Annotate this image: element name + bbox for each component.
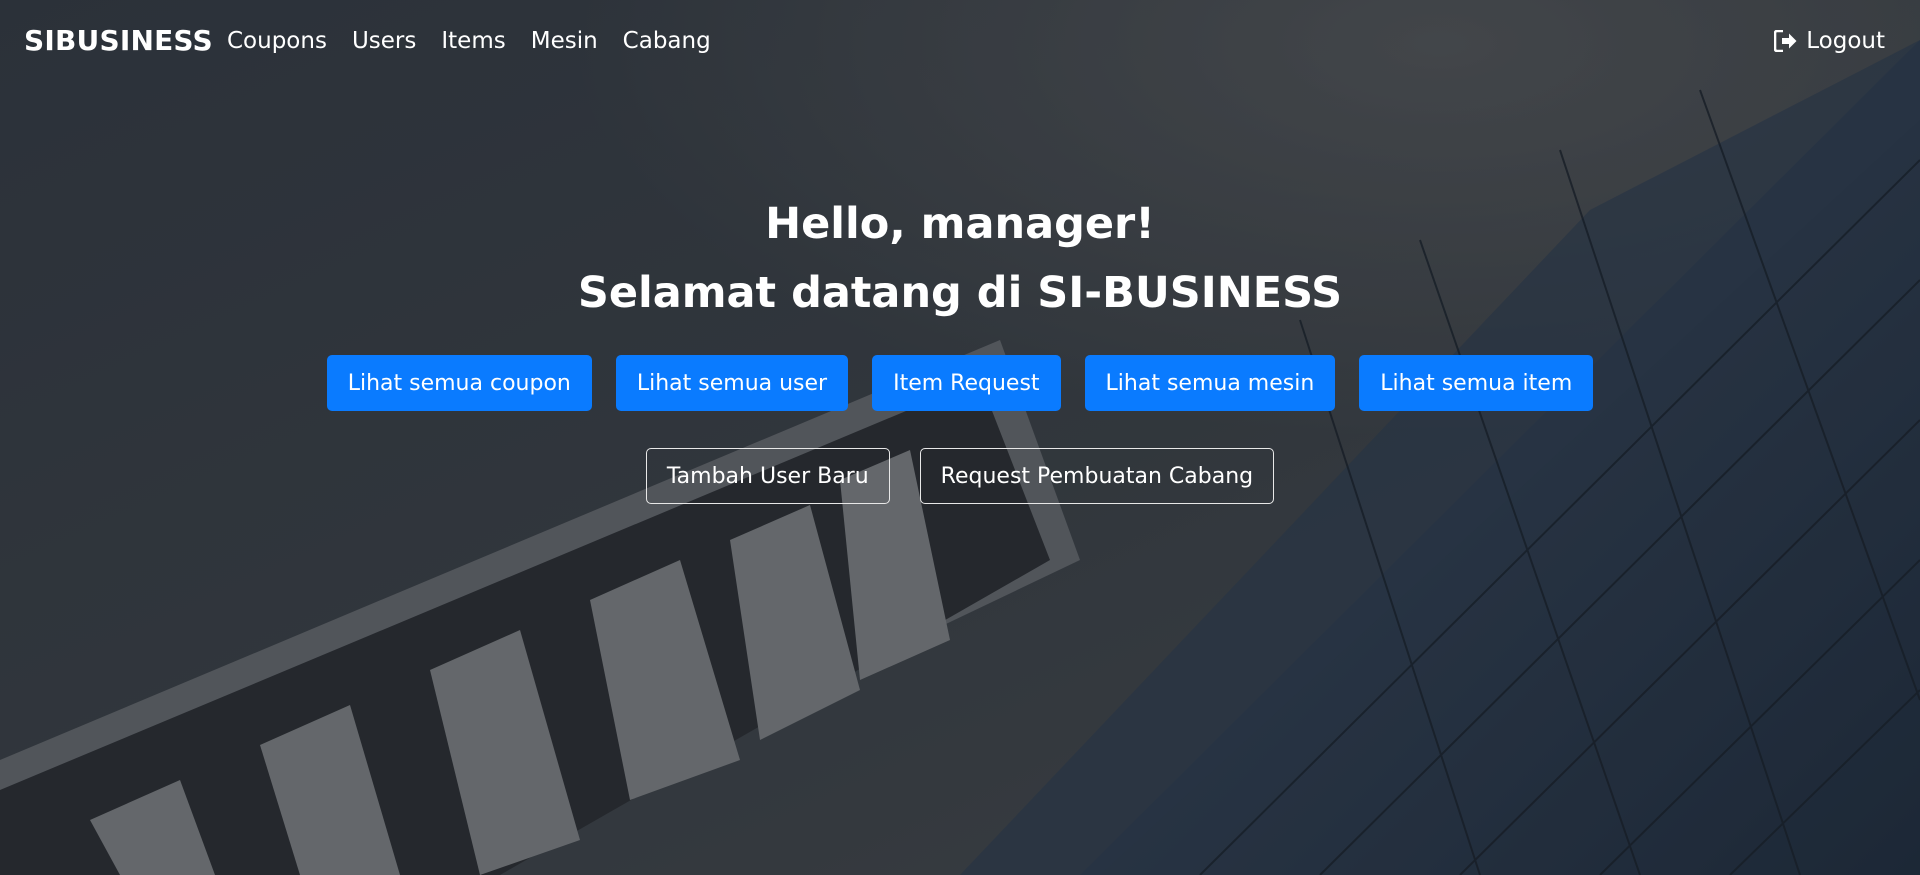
logout-link[interactable]: Logout (1774, 28, 1885, 54)
view-all-users-button[interactable]: Lihat semua user (615, 355, 849, 411)
add-user-button[interactable]: Tambah User Baru (645, 448, 890, 504)
nav-links: Coupons Users Items Mesin Cabang (227, 28, 736, 54)
hero-section: Hello, manager! Selamat datang di SI-BUS… (0, 190, 1920, 328)
sign-out-icon (1774, 30, 1797, 52)
view-all-coupons-button[interactable]: Lihat semua coupon (326, 355, 592, 411)
nav-link-users[interactable]: Users (352, 28, 416, 54)
nav-link-mesin[interactable]: Mesin (531, 28, 598, 54)
primary-button-row: Lihat semua coupon Lihat semua user Item… (0, 355, 1920, 411)
nav-link-cabang[interactable]: Cabang (623, 28, 711, 54)
top-navbar: SIBUSINESS Coupons Users Items Mesin Cab… (0, 0, 1920, 86)
background-building-image (0, 0, 1920, 875)
nav-link-items[interactable]: Items (441, 28, 505, 54)
brand-logo[interactable]: SIBUSINESS (24, 24, 213, 57)
outline-button-row: Tambah User Baru Request Pembuatan Caban… (0, 448, 1920, 504)
logout-label: Logout (1806, 28, 1885, 54)
nav-link-coupons[interactable]: Coupons (227, 28, 327, 54)
item-request-button[interactable]: Item Request (872, 355, 1061, 411)
welcome-heading: Selamat datang di SI-BUSINESS (577, 268, 1343, 318)
greeting-heading: Hello, manager! (765, 199, 1155, 249)
view-all-machines-button[interactable]: Lihat semua mesin (1084, 355, 1336, 411)
request-branch-button[interactable]: Request Pembuatan Cabang (919, 448, 1275, 504)
view-all-items-button[interactable]: Lihat semua item (1359, 355, 1594, 411)
